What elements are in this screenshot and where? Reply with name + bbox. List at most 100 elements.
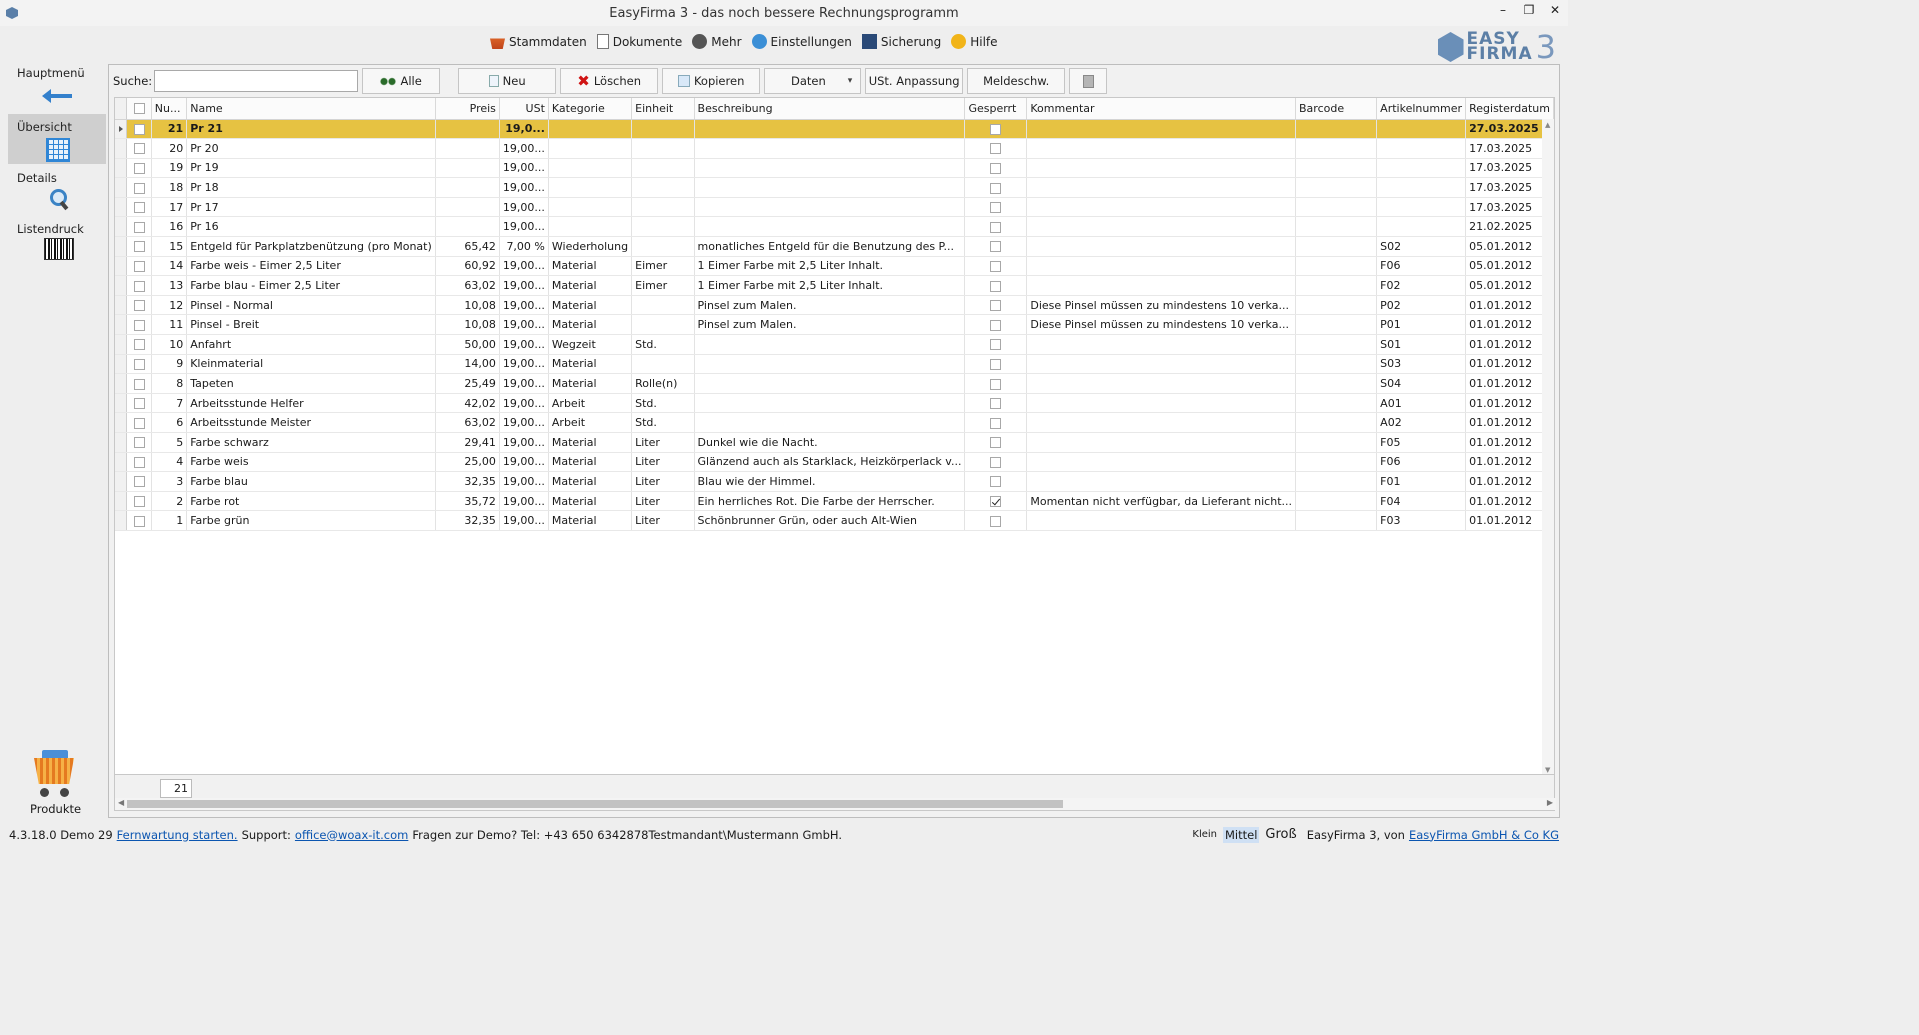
company-link[interactable]: EasyFirma GmbH & Co KG bbox=[1409, 828, 1559, 842]
row-select-checkbox[interactable] bbox=[126, 158, 152, 179]
cell-locked[interactable] bbox=[964, 373, 1028, 394]
row-header[interactable] bbox=[115, 354, 128, 375]
row-select-checkbox[interactable] bbox=[126, 177, 152, 198]
table-row[interactable]: 1 Farbe grün 32,35 19,00... Material Liter Sch… bbox=[115, 510, 1554, 531]
new-button[interactable]: Neu bbox=[458, 68, 557, 94]
cell-locked[interactable] bbox=[964, 295, 1028, 316]
locked-checkbox[interactable] bbox=[990, 456, 1002, 468]
table-row[interactable]: 6 Arbeitsstunde Meister 63,02 19,00... Arbei… bbox=[115, 412, 1554, 433]
table-row[interactable]: 18 Pr 18 19,00... 17.03.2025 bbox=[115, 177, 1554, 198]
row-select-checkbox[interactable] bbox=[126, 432, 152, 453]
table-row[interactable]: 9 Kleinmaterial 14,00 19,00... Material S03 01… bbox=[115, 354, 1554, 375]
menu-hilfe[interactable]: Hilfe bbox=[951, 34, 998, 49]
locked-checkbox[interactable] bbox=[990, 143, 1002, 155]
row-header[interactable] bbox=[115, 412, 128, 433]
trash-button[interactable] bbox=[1069, 68, 1108, 94]
row-header[interactable] bbox=[115, 256, 128, 277]
cell-locked[interactable] bbox=[964, 158, 1028, 179]
vat-adjust-button[interactable]: USt. Anpassung bbox=[865, 68, 964, 94]
row-header[interactable] bbox=[115, 216, 128, 238]
scroll-right-icon[interactable]: ▶ bbox=[1547, 798, 1553, 807]
row-select-checkbox[interactable] bbox=[126, 354, 152, 375]
locked-checkbox[interactable] bbox=[990, 437, 1002, 449]
row-header[interactable] bbox=[115, 177, 128, 198]
cell-locked[interactable] bbox=[964, 412, 1028, 433]
sidebar-item-listendruck[interactable]: Listendruck bbox=[8, 216, 106, 266]
locked-checkbox[interactable] bbox=[990, 123, 1002, 135]
row-header[interactable] bbox=[115, 432, 128, 453]
locked-checkbox[interactable] bbox=[990, 260, 1002, 272]
row-select-checkbox[interactable] bbox=[126, 197, 152, 218]
table-row[interactable]: 5 Farbe schwarz 29,41 19,00... Material Liter… bbox=[115, 432, 1554, 453]
locked-checkbox[interactable] bbox=[990, 300, 1002, 312]
locked-checkbox[interactable] bbox=[990, 496, 1002, 508]
row-header[interactable] bbox=[115, 334, 128, 355]
locked-checkbox[interactable] bbox=[990, 202, 1002, 214]
size-medium-option[interactable]: Mittel bbox=[1223, 826, 1260, 843]
row-select-checkbox[interactable] bbox=[126, 236, 152, 257]
vertical-scrollbar[interactable]: ▲ ▼ bbox=[1542, 119, 1554, 774]
row-select-checkbox[interactable] bbox=[126, 275, 152, 296]
col-header-unit[interactable]: Einheit bbox=[631, 98, 695, 120]
row-header[interactable] bbox=[115, 491, 128, 512]
row-select-checkbox[interactable] bbox=[126, 119, 152, 140]
shopping-cart-icon[interactable] bbox=[30, 750, 78, 800]
menu-einstellungen[interactable]: Einstellungen bbox=[751, 34, 852, 49]
locked-checkbox[interactable] bbox=[990, 280, 1002, 292]
horizontal-scroll-thumb[interactable] bbox=[127, 800, 1063, 808]
cell-locked[interactable] bbox=[964, 177, 1028, 198]
row-select-checkbox[interactable] bbox=[126, 510, 152, 531]
locked-checkbox[interactable] bbox=[990, 339, 1002, 351]
minimize-button[interactable]: – bbox=[1490, 0, 1516, 20]
cell-locked[interactable] bbox=[964, 491, 1028, 512]
col-header-name[interactable]: Name bbox=[186, 98, 436, 120]
horizontal-scrollbar[interactable]: ◀ ▶ bbox=[115, 798, 1556, 810]
table-row[interactable]: 15 Entgeld für Parkplatzbenützung (pro Mo… bbox=[115, 236, 1554, 257]
row-select-checkbox[interactable] bbox=[126, 334, 152, 355]
row-header[interactable] bbox=[115, 471, 128, 492]
col-header-locked[interactable]: Gesperrt bbox=[964, 98, 1028, 120]
search-input[interactable] bbox=[154, 70, 359, 92]
row-select-checkbox[interactable] bbox=[126, 216, 152, 238]
row-header[interactable] bbox=[115, 393, 128, 414]
reporting-threshold-button[interactable]: Meldeschw. bbox=[967, 68, 1066, 94]
cell-locked[interactable] bbox=[964, 314, 1028, 336]
col-header-price[interactable]: Preis bbox=[435, 98, 500, 120]
row-header[interactable] bbox=[115, 138, 128, 159]
remote-support-link[interactable]: Fernwartung starten. bbox=[117, 828, 238, 842]
cell-locked[interactable] bbox=[964, 256, 1028, 277]
size-large-option[interactable]: Groß bbox=[1263, 826, 1298, 843]
scroll-up-icon[interactable]: ▲ bbox=[1545, 121, 1550, 129]
cell-locked[interactable] bbox=[964, 393, 1028, 414]
row-header[interactable] bbox=[115, 197, 128, 218]
row-header[interactable] bbox=[115, 452, 128, 473]
table-row[interactable]: 13 Farbe blau - Eimer 2,5 Liter 63,02 19,00… bbox=[115, 275, 1554, 296]
locked-checkbox[interactable] bbox=[990, 182, 1002, 194]
cell-locked[interactable] bbox=[964, 334, 1028, 355]
sidebar-item-hauptmenu[interactable]: Hauptmenü bbox=[8, 60, 106, 110]
cell-locked[interactable] bbox=[964, 432, 1028, 453]
row-header[interactable] bbox=[115, 236, 128, 257]
row-select-checkbox[interactable] bbox=[126, 295, 152, 316]
row-select-checkbox[interactable] bbox=[126, 393, 152, 414]
table-row[interactable]: 7 Arbeitsstunde Helfer 42,02 19,00... Arbeit… bbox=[115, 393, 1554, 414]
cell-locked[interactable] bbox=[964, 216, 1028, 238]
cell-locked[interactable] bbox=[964, 138, 1028, 159]
row-header[interactable] bbox=[115, 510, 128, 531]
close-button[interactable]: ✕ bbox=[1542, 0, 1568, 20]
row-select-checkbox[interactable] bbox=[126, 471, 152, 492]
table-row[interactable]: 14 Farbe weis - Eimer 2,5 Liter 60,92 19,00… bbox=[115, 256, 1554, 277]
row-select-checkbox[interactable] bbox=[126, 138, 152, 159]
row-header[interactable] bbox=[115, 373, 128, 394]
row-header[interactable] bbox=[115, 275, 128, 296]
table-row[interactable]: 20 Pr 20 19,00... 17.03.2025 bbox=[115, 138, 1554, 159]
copy-button[interactable]: Kopieren bbox=[662, 68, 761, 94]
row-select-checkbox[interactable] bbox=[126, 314, 152, 336]
col-header-barcode[interactable]: Barcode bbox=[1295, 98, 1378, 120]
scroll-down-icon[interactable]: ▼ bbox=[1545, 766, 1550, 774]
cell-locked[interactable] bbox=[964, 236, 1028, 257]
locked-checkbox[interactable] bbox=[990, 476, 1002, 488]
locked-checkbox[interactable] bbox=[990, 162, 1002, 174]
table-row[interactable]: 12 Pinsel - Normal 10,08 19,00... Material Pi… bbox=[115, 295, 1554, 316]
locked-checkbox[interactable] bbox=[990, 515, 1002, 527]
